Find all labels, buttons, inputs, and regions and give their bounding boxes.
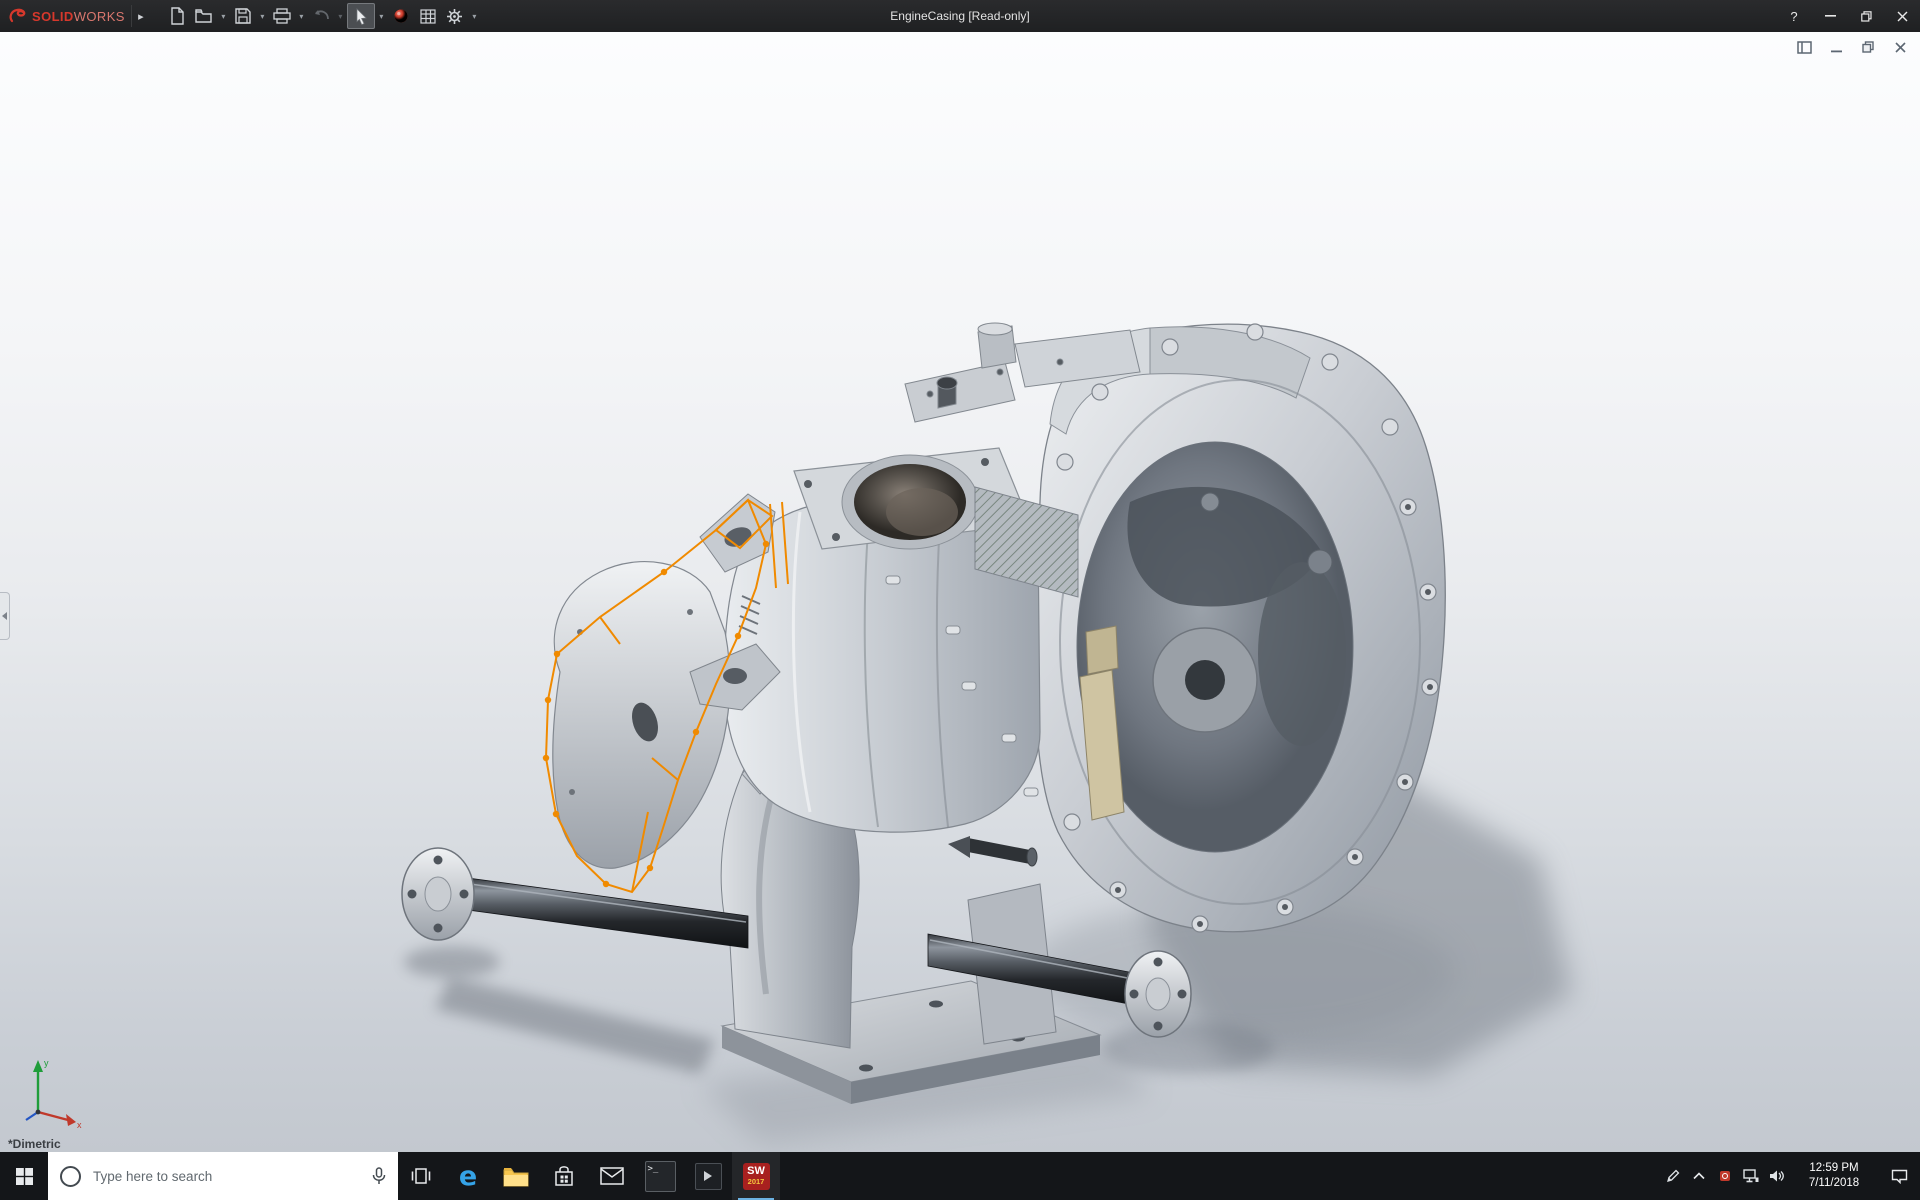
minimize-button[interactable]: [1812, 0, 1848, 32]
solidworks-logo: SOLIDWORKS: [0, 6, 131, 26]
command-prompt-icon: >_: [644, 1160, 676, 1192]
appearances-button[interactable]: [388, 4, 414, 28]
window-controls: ?: [1776, 0, 1920, 32]
select-dropdown-caret[interactable]: ▾: [376, 4, 387, 28]
taskbar-app-store[interactable]: [540, 1152, 588, 1200]
network-icon[interactable]: [1738, 1152, 1764, 1200]
taskbar: e >_: [0, 1152, 1920, 1200]
options-dropdown-caret[interactable]: ▾: [469, 4, 480, 28]
ds-logo-icon: [9, 8, 26, 23]
taskbar-app-solidworks[interactable]: SW 2017: [732, 1152, 780, 1200]
handle-rod-left: [401, 847, 749, 949]
help-button[interactable]: ?: [1776, 0, 1812, 32]
options-gear-button[interactable]: [442, 4, 468, 28]
save-dropdown-caret[interactable]: ▾: [257, 4, 268, 28]
view-orientation-label: *Dimetric: [8, 1137, 61, 1151]
collapse-arrow-icon: [2, 612, 7, 620]
brand-wordmark: SOLIDWORKS: [32, 8, 125, 24]
solidworks-year-badge: 2017: [747, 1177, 765, 1187]
system-tray: 12:59 PM 7/11/2018: [1660, 1152, 1920, 1200]
taskbar-app-command-prompt[interactable]: >_: [636, 1152, 684, 1200]
mail-icon: [600, 1167, 624, 1185]
triad-x-label: x: [77, 1120, 82, 1130]
dock-pane-icon[interactable]: [1796, 40, 1812, 54]
quick-toolbar: ▾ ▾ ▾ ▾ ▾ ▾: [164, 3, 480, 29]
task-view-icon: [411, 1168, 431, 1184]
menu-flyout-arrow[interactable]: ▸: [130, 5, 150, 27]
file-explorer-icon: [503, 1167, 529, 1186]
engine-block: [723, 447, 1079, 867]
doc-minimize-icon[interactable]: [1828, 40, 1844, 54]
volume-icon[interactable]: [1764, 1152, 1790, 1200]
document-title: EngineCasing [Read-only]: [890, 9, 1030, 23]
task-view-button[interactable]: [398, 1152, 444, 1200]
screen: SOLIDWORKS ▸ ▾ ▾ ▾ ▾ ▾ ▾ EngineCasing [R…: [0, 0, 1920, 1200]
solidworks-app-icon: SW 2017: [742, 1162, 770, 1190]
new-document-button[interactable]: [164, 4, 190, 28]
undo-button[interactable]: [308, 4, 334, 28]
save-button[interactable]: [230, 4, 256, 28]
windows-logo-icon: [15, 1167, 33, 1185]
solidworks-resource-monitor-icon[interactable]: [1712, 1152, 1738, 1200]
store-icon: [555, 1166, 573, 1186]
model-render[interactable]: [0, 32, 1920, 1152]
taskbar-app-mail[interactable]: [588, 1152, 636, 1200]
action-center-button[interactable]: [1878, 1152, 1920, 1200]
print-button[interactable]: [269, 4, 295, 28]
open-dropdown-caret[interactable]: ▾: [218, 4, 229, 28]
start-button[interactable]: [0, 1152, 48, 1200]
hidden-icons-chevron[interactable]: [1686, 1152, 1712, 1200]
cortana-icon: [60, 1165, 81, 1187]
select-tool-button[interactable]: [346, 3, 375, 29]
microphone-icon[interactable]: [372, 1167, 398, 1185]
print-dropdown-caret[interactable]: ▾: [296, 4, 307, 28]
doc-restore-icon[interactable]: [1860, 40, 1876, 54]
clock-date: 7/11/2018: [1808, 1177, 1860, 1189]
design-table-button[interactable]: [415, 4, 441, 28]
action-center-icon: [1891, 1169, 1907, 1184]
edge-icon: e: [458, 1160, 478, 1192]
taskbar-app-media-player[interactable]: [684, 1152, 732, 1200]
app-titlebar: SOLIDWORKS ▸ ▾ ▾ ▾ ▾ ▾ ▾ EngineCasing [R…: [0, 0, 1920, 32]
undo-dropdown-caret[interactable]: ▾: [335, 4, 346, 28]
search-input[interactable]: [91, 1167, 362, 1185]
crankcase-housing: [1035, 323, 1446, 933]
taskbar-app-file-explorer[interactable]: [492, 1152, 540, 1200]
feature-manager-collapse-tab[interactable]: [0, 592, 10, 640]
graphics-viewport[interactable]: y x *Dimetric: [0, 32, 1920, 1152]
triad-y-label: y: [44, 1058, 49, 1068]
document-window-controls: [1796, 40, 1908, 54]
restore-button[interactable]: [1848, 0, 1884, 32]
taskbar-app-edge[interactable]: e: [444, 1152, 492, 1200]
media-player-icon: [694, 1162, 722, 1190]
clock-time: 12:59 PM: [1809, 1162, 1859, 1175]
open-button[interactable]: [191, 4, 217, 28]
reference-triad[interactable]: y x: [22, 1054, 86, 1130]
pen-icon[interactable]: [1660, 1152, 1686, 1200]
taskbar-clock[interactable]: 12:59 PM 7/11/2018: [1790, 1161, 1878, 1191]
close-button[interactable]: [1884, 0, 1920, 32]
doc-close-icon[interactable]: [1892, 40, 1908, 54]
taskbar-search[interactable]: [48, 1152, 398, 1200]
